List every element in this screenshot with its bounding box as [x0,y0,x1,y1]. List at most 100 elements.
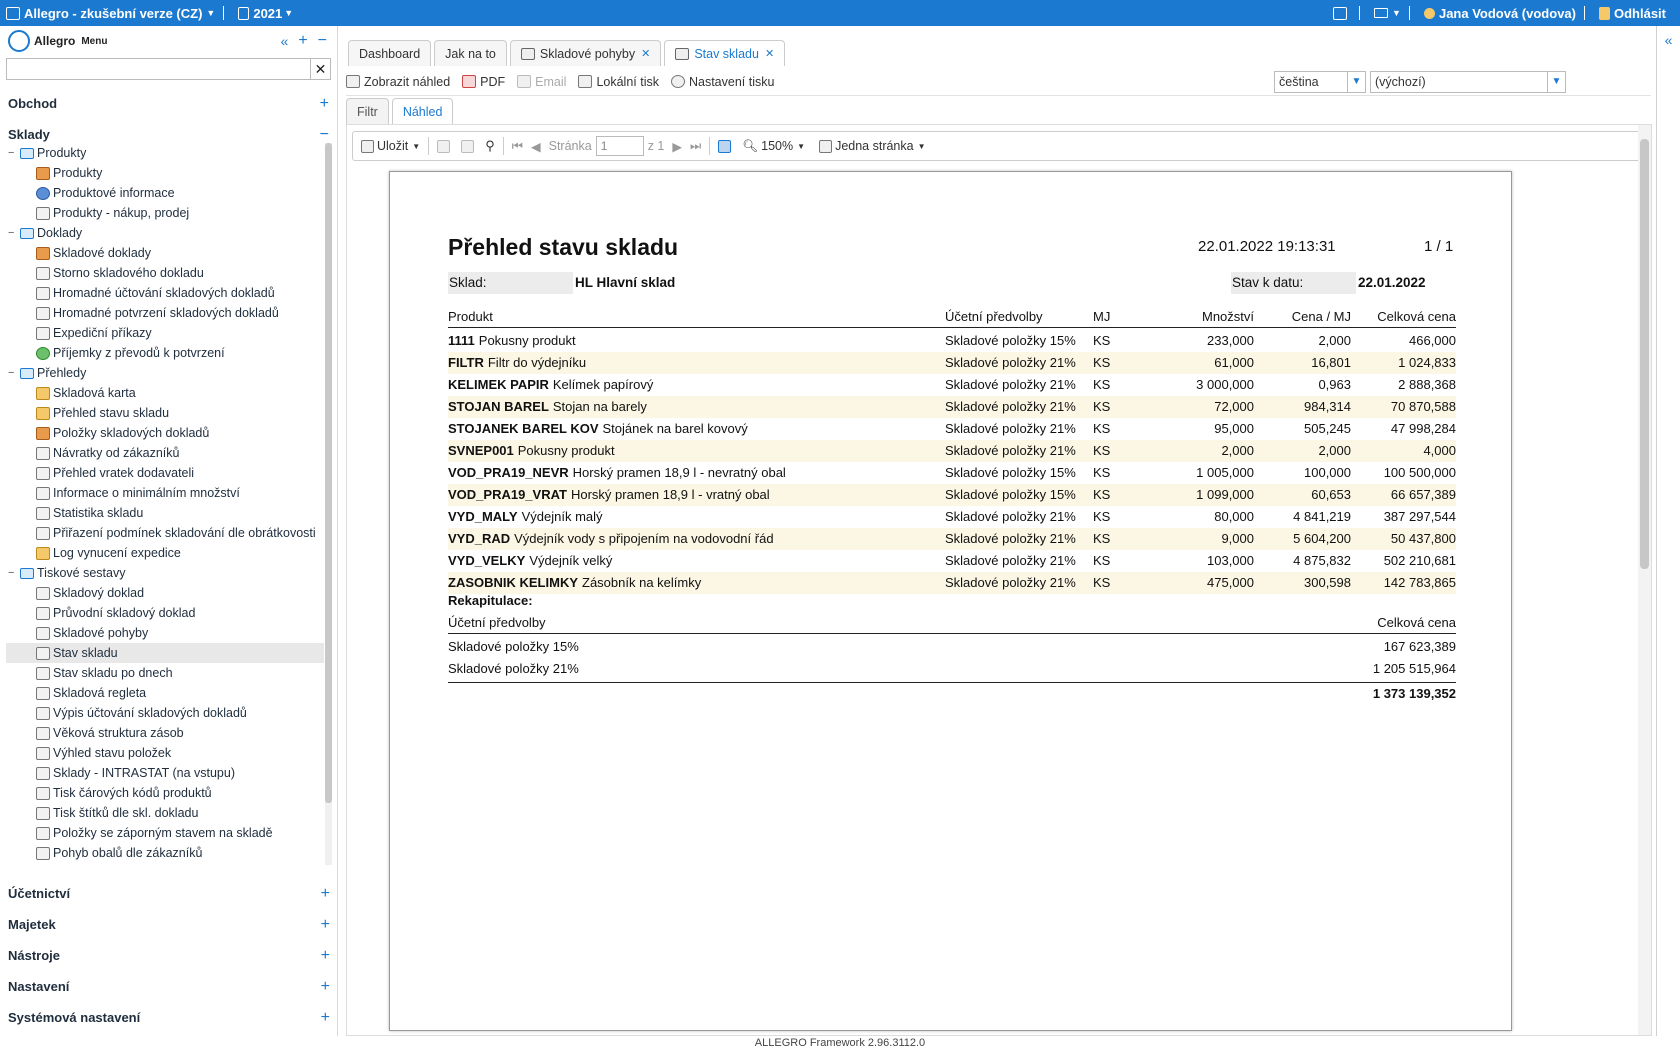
tab-skladove-pohyby[interactable]: Skladové pohyby ✕ [509,40,662,66]
expand-icon[interactable]: + [321,1009,330,1027]
tree-item[interactable]: Tisk štítků dle skl. dokladu [6,803,324,823]
tree-item[interactable]: Výpis účtování skladových dokladů [6,703,324,723]
tree-item[interactable]: Věková struktura zásob [6,723,324,743]
chevron-down-icon[interactable]: ▼ [918,142,926,151]
print-settings-button[interactable]: Nastavení tisku [670,75,774,89]
zoom-select[interactable]: 🔍︎ 150% ▼ [742,139,805,154]
tree-group[interactable]: − Přehledy [6,363,324,383]
chevron-down-icon[interactable]: ▼ [1392,8,1401,18]
expand-icon[interactable]: + [321,885,330,903]
collapse-icon[interactable]: − [320,126,329,144]
tree-item[interactable]: Skladové doklady [6,243,324,263]
section-nastroje[interactable]: Nástroje + [0,940,338,971]
tree-item[interactable]: Návratky od zákazníků [6,443,324,463]
email-button[interactable]: Email [517,75,566,89]
last-page-button[interactable]: ⏭ [690,139,701,154]
fit-page-button[interactable] [718,139,734,153]
scrollbar-thumb[interactable] [325,143,332,803]
expand-icon[interactable]: + [321,916,330,934]
home-icon[interactable] [6,6,20,20]
tree-item[interactable]: Sklady - INTRASTAT (na vstupu) [6,763,324,783]
tree-item[interactable]: Průvodní skladový doklad [6,603,324,623]
tree-item[interactable]: Položky se záporným stavem na skladě [6,823,324,843]
tree-item[interactable]: Skladové pohyby [6,623,324,643]
printer-select[interactable]: (výchozí) ▼ [1370,71,1566,93]
tree-item[interactable]: Přiřazení podmínek skladování dle obrátk… [6,523,324,543]
expand-all-icon[interactable]: + [298,32,307,50]
collapse-icon[interactable]: − [8,147,18,159]
collapse-icon[interactable]: − [8,567,18,579]
viewer-scrollbar[interactable] [1638,125,1651,1035]
tree-item[interactable]: Hromadné potvrzení skladových dokladů [6,303,324,323]
tree-item[interactable]: Hromadné účtování skladových dokladů [6,283,324,303]
user-name[interactable]: Jana Vodová (vodova) [1439,6,1576,21]
tree-item[interactable]: Stav skladu po dnech [6,663,324,683]
section-majetek[interactable]: Majetek + [0,909,338,940]
tab-stav-skladu[interactable]: Stav skladu ✕ [664,40,786,66]
subtab-filter[interactable]: Filtr [346,98,389,124]
tree-item[interactable]: Storno skladového dokladu [6,263,324,283]
notifications-icon[interactable] [1333,6,1348,20]
tree-item[interactable]: Produktové informace [6,183,324,203]
chevron-down-icon[interactable]: ▼ [797,142,805,151]
expand-icon[interactable]: + [321,978,330,996]
collapse-icon[interactable]: − [8,367,18,379]
tree-item[interactable]: Příjemky z převodů k potvrzení [6,343,324,363]
close-tab-icon[interactable]: ✕ [641,47,650,60]
section-nastaveni[interactable]: Nastavení + [0,971,338,1002]
language-select[interactable]: čeština ▼ [1274,71,1366,93]
tree-item[interactable]: Výhled stavu položek [6,743,324,763]
collapse-icon[interactable]: − [8,227,18,239]
tab-jak-na-to[interactable]: Jak na to [434,40,507,66]
tree-item[interactable]: Položky skladových dokladů [6,423,324,443]
pdf-button[interactable]: PDF [462,75,505,89]
show-preview-button[interactable]: Zobrazit náhled [346,75,450,89]
tab-dashboard[interactable]: Dashboard [348,40,432,66]
tree-item[interactable]: Přehled stavu skladu [6,403,324,423]
tree-item[interactable]: Produkty [6,163,324,183]
chevron-down-icon[interactable]: ▼ [284,8,293,18]
page-number-input[interactable] [595,136,644,156]
first-page-button[interactable]: ⏮ [512,139,523,154]
expand-panel-icon[interactable]: « [1657,32,1680,48]
scrollbar-thumb[interactable] [1640,139,1649,569]
chevron-down-icon[interactable]: ▼ [1347,72,1365,92]
tree-item[interactable]: Expediční příkazy [6,323,324,343]
tree-item[interactable]: Skladová karta [6,383,324,403]
next-page-button[interactable]: ▶ [672,139,682,154]
tree-group[interactable]: − Doklady [6,223,324,243]
tree-item[interactable]: Produkty - nákup, prodej [6,203,324,223]
chevron-down-icon[interactable]: ▼ [206,8,215,18]
tree-scrollbar[interactable] [325,143,332,865]
section-systemova-nastaveni[interactable]: Systémová nastavení + [0,1002,338,1033]
expand-icon[interactable]: + [321,947,330,965]
tree-item[interactable]: Skladová regleta [6,683,324,703]
chevron-down-icon[interactable]: ▼ [1547,72,1565,92]
tree-group[interactable]: − Produkty [6,143,324,163]
section-ucetnictvi[interactable]: Účetnictví + [0,878,338,909]
clear-search-icon[interactable]: ✕ [311,58,331,80]
tree-group[interactable]: − Tiskové sestavy [6,563,324,583]
local-print-button[interactable]: Lokální tisk [578,75,659,89]
app-title-menu[interactable]: Allegro - zkušební verze (CZ) [24,6,202,21]
tree-item[interactable]: Informace o minimálním množství [6,483,324,503]
chevron-down-icon[interactable]: ▼ [412,142,420,151]
tree-item[interactable]: Přehled vratek dodavateli [6,463,324,483]
copy-button[interactable] [437,139,453,153]
prev-page-button[interactable]: ◀ [531,139,541,154]
tree-item[interactable]: Pohyb obalů dle zákazníků [6,843,324,863]
tree-item[interactable]: Statistika skladu [6,503,324,523]
expand-icon[interactable]: + [320,95,329,113]
find-button[interactable]: ⚲ [485,138,495,154]
menu-search-input[interactable] [6,58,311,80]
collapse-all-icon[interactable]: − [318,32,327,50]
section-obchod[interactable]: Obchod + [0,88,337,119]
tree-item[interactable]: Tisk čárových kódů produktů [6,783,324,803]
mail-icon[interactable] [1374,8,1389,18]
collapse-sidebar-icon[interactable]: « [281,33,289,49]
tree-item[interactable]: Log vynucení expedice [6,543,324,563]
paste-button[interactable] [461,139,477,153]
year-selector[interactable]: 2021 [253,6,282,21]
close-tab-icon[interactable]: ✕ [765,47,774,60]
tree-item[interactable]: Skladový doklad [6,583,324,603]
